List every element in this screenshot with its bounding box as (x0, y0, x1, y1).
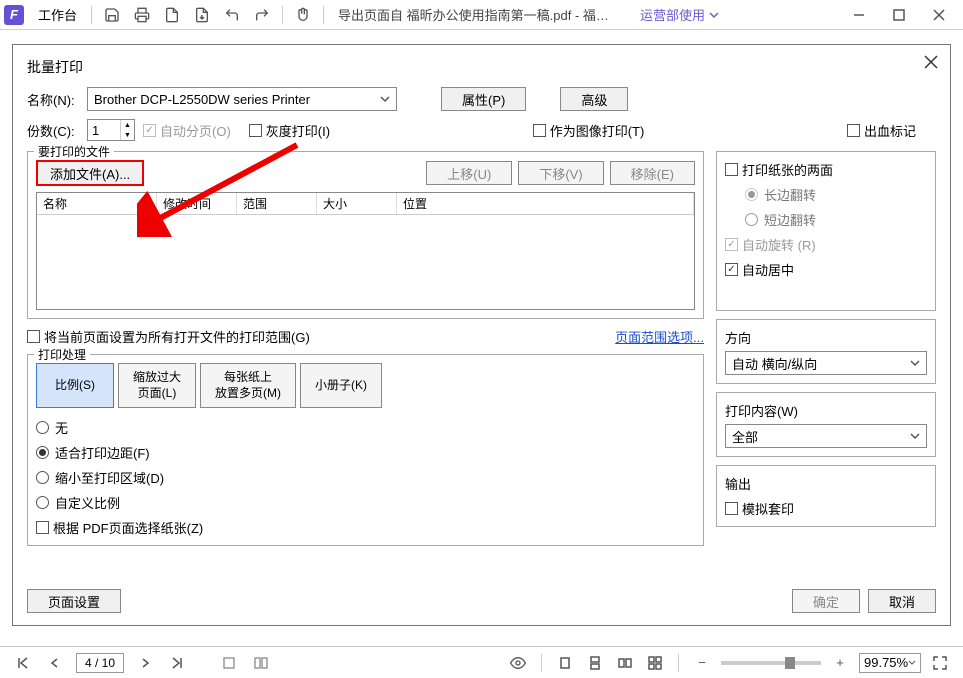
radio-shrink[interactable]: 缩小至打印区域(D) (36, 468, 695, 487)
page-setup-button[interactable]: 页面设置 (27, 589, 121, 613)
apply-range-checkbox[interactable]: 将当前页面设置为所有打开文件的打印范围(G) (27, 327, 310, 346)
separator (541, 654, 542, 672)
statusbar: − + 99.75% (0, 646, 963, 678)
paper-sides-group: 打印纸张的两面 长边翻转 短边翻转 自动旋转 (R) 自动居中 (716, 151, 936, 311)
properties-button[interactable]: 属性(P) (441, 87, 526, 111)
undo-icon[interactable] (218, 1, 246, 29)
both-sides-checkbox[interactable]: 打印纸张的两面 (725, 160, 927, 179)
move-down-button[interactable]: 下移(V) (518, 161, 603, 185)
zoom-in-icon[interactable]: + (829, 652, 851, 674)
remove-button[interactable]: 移除(E) (610, 161, 695, 185)
fullscreen-icon[interactable] (929, 652, 951, 674)
eye-icon[interactable] (507, 652, 529, 674)
tab-enlarge[interactable]: 缩放过大 页面(L) (118, 363, 196, 408)
zoom-slider[interactable] (721, 661, 821, 665)
radio-none[interactable]: 无 (36, 418, 695, 437)
layout-icon-1[interactable] (218, 652, 240, 674)
radio-custom[interactable]: 自定义比例 (36, 493, 695, 512)
next-page-icon[interactable] (134, 652, 156, 674)
handling-group-label: 打印处理 (34, 346, 90, 363)
radio-fit[interactable]: 适合打印边距(F) (36, 443, 695, 462)
chevron-down-icon (910, 431, 920, 441)
printer-name-label: 名称(N): (27, 90, 79, 109)
save-icon[interactable] (98, 1, 126, 29)
files-group-label: 要打印的文件 (34, 143, 114, 160)
tab-booklet[interactable]: 小册子(K) (300, 363, 382, 408)
close-icon[interactable] (919, 1, 959, 29)
tab-multi[interactable]: 每张纸上 放置多页(M) (200, 363, 296, 408)
hand-icon[interactable] (289, 1, 317, 29)
content-select[interactable]: 全部 (725, 424, 927, 448)
chevron-down-icon (380, 94, 390, 104)
th-range[interactable]: 范围 (237, 193, 317, 214)
batch-print-dialog: 批量打印 名称(N): Brother DCP-L2550DW series P… (12, 44, 951, 626)
app-logo: F (4, 5, 24, 25)
page-add-icon[interactable] (158, 1, 186, 29)
print-handling-group: 打印处理 比例(S) 缩放过大 页面(L) 每张纸上 放置多页(M) 小册子(K… (27, 354, 704, 546)
long-edge-radio: 长边翻转 (745, 185, 927, 204)
auto-center-checkbox[interactable]: 自动居中 (725, 260, 927, 279)
copies-input[interactable]: 1 ▲▼ (87, 119, 135, 141)
separator (282, 6, 283, 24)
orientation-group: 方向 自动 横向/纵向 (716, 319, 936, 384)
share-dropdown[interactable]: 运营部使用 (640, 5, 719, 24)
workspace-label[interactable]: 工作台 (30, 1, 85, 28)
th-size[interactable]: 大小 (317, 193, 397, 214)
bleed-checkbox[interactable]: 出血标记 (847, 121, 916, 140)
view-facing-cont-icon[interactable] (644, 652, 666, 674)
range-options-link[interactable]: 页面范围选项... (615, 327, 704, 346)
short-edge-radio: 短边翻转 (745, 210, 927, 229)
tab-scale[interactable]: 比例(S) (36, 363, 114, 408)
maximize-icon[interactable] (879, 1, 919, 29)
view-single-icon[interactable] (554, 652, 576, 674)
copies-label: 份数(C): (27, 121, 79, 140)
print-content-group: 打印内容(W) 全部 (716, 392, 936, 457)
minimize-icon[interactable] (839, 1, 879, 29)
page-export-icon[interactable] (188, 1, 216, 29)
view-facing-icon[interactable] (614, 652, 636, 674)
th-mtime[interactable]: 修改时间 (157, 193, 237, 214)
output-label: 输出 (725, 474, 927, 493)
content-label: 打印内容(W) (725, 401, 927, 420)
redo-icon[interactable] (248, 1, 276, 29)
advanced-button[interactable]: 高级 (560, 87, 628, 111)
chevron-down-icon (910, 358, 920, 368)
printer-select[interactable]: Brother DCP-L2550DW series Printer (87, 87, 397, 111)
add-file-button[interactable]: 添加文件(A)... (36, 160, 144, 186)
th-pos[interactable]: 位置 (397, 193, 694, 214)
as-image-checkbox[interactable]: 作为图像打印(T) (533, 121, 645, 140)
print-icon[interactable] (128, 1, 156, 29)
ok-button[interactable]: 确定 (792, 589, 860, 613)
dialog-title: 批量打印 (27, 57, 936, 77)
first-page-icon[interactable] (12, 652, 34, 674)
last-page-icon[interactable] (166, 652, 188, 674)
separator (678, 654, 679, 672)
view-continuous-icon[interactable] (584, 652, 606, 674)
page-input[interactable] (76, 653, 124, 673)
zoom-out-icon[interactable]: − (691, 652, 713, 674)
separator (91, 6, 92, 24)
move-up-button[interactable]: 上移(U) (426, 161, 512, 185)
simulate-overprint-checkbox[interactable]: 模拟套印 (725, 499, 927, 518)
separator (323, 6, 324, 24)
prev-page-icon[interactable] (44, 652, 66, 674)
orientation-select[interactable]: 自动 横向/纵向 (725, 351, 927, 375)
dialog-close-icon[interactable] (922, 53, 940, 71)
files-group: 要打印的文件 添加文件(A)... 上移(U) 下移(V) 移除(E) 名称 修… (27, 151, 704, 319)
auto-rotate-checkbox: 自动旋转 (R) (725, 235, 927, 254)
choose-paper-checkbox[interactable]: 根据 PDF页面选择纸张(Z) (36, 518, 695, 537)
document-name: 导出页面自 福昕办公使用指南第一稿.pdf - 福昕办... (338, 5, 618, 24)
th-name[interactable]: 名称 (37, 193, 157, 214)
output-group: 输出 模拟套印 (716, 465, 936, 527)
titlebar: F 工作台 导出页面自 福昕办公使用指南第一稿.pdf - 福昕办... 运营部… (0, 0, 963, 30)
grayscale-checkbox[interactable]: 灰度打印(I) (249, 121, 330, 140)
orientation-label: 方向 (725, 328, 927, 347)
files-table: 名称 修改时间 范围 大小 位置 (36, 192, 695, 310)
window-buttons (839, 1, 959, 29)
cancel-button[interactable]: 取消 (868, 589, 936, 613)
layout-icon-2[interactable] (250, 652, 272, 674)
collate-checkbox: 自动分页(O) (143, 121, 231, 140)
zoom-value[interactable]: 99.75% (859, 653, 921, 673)
